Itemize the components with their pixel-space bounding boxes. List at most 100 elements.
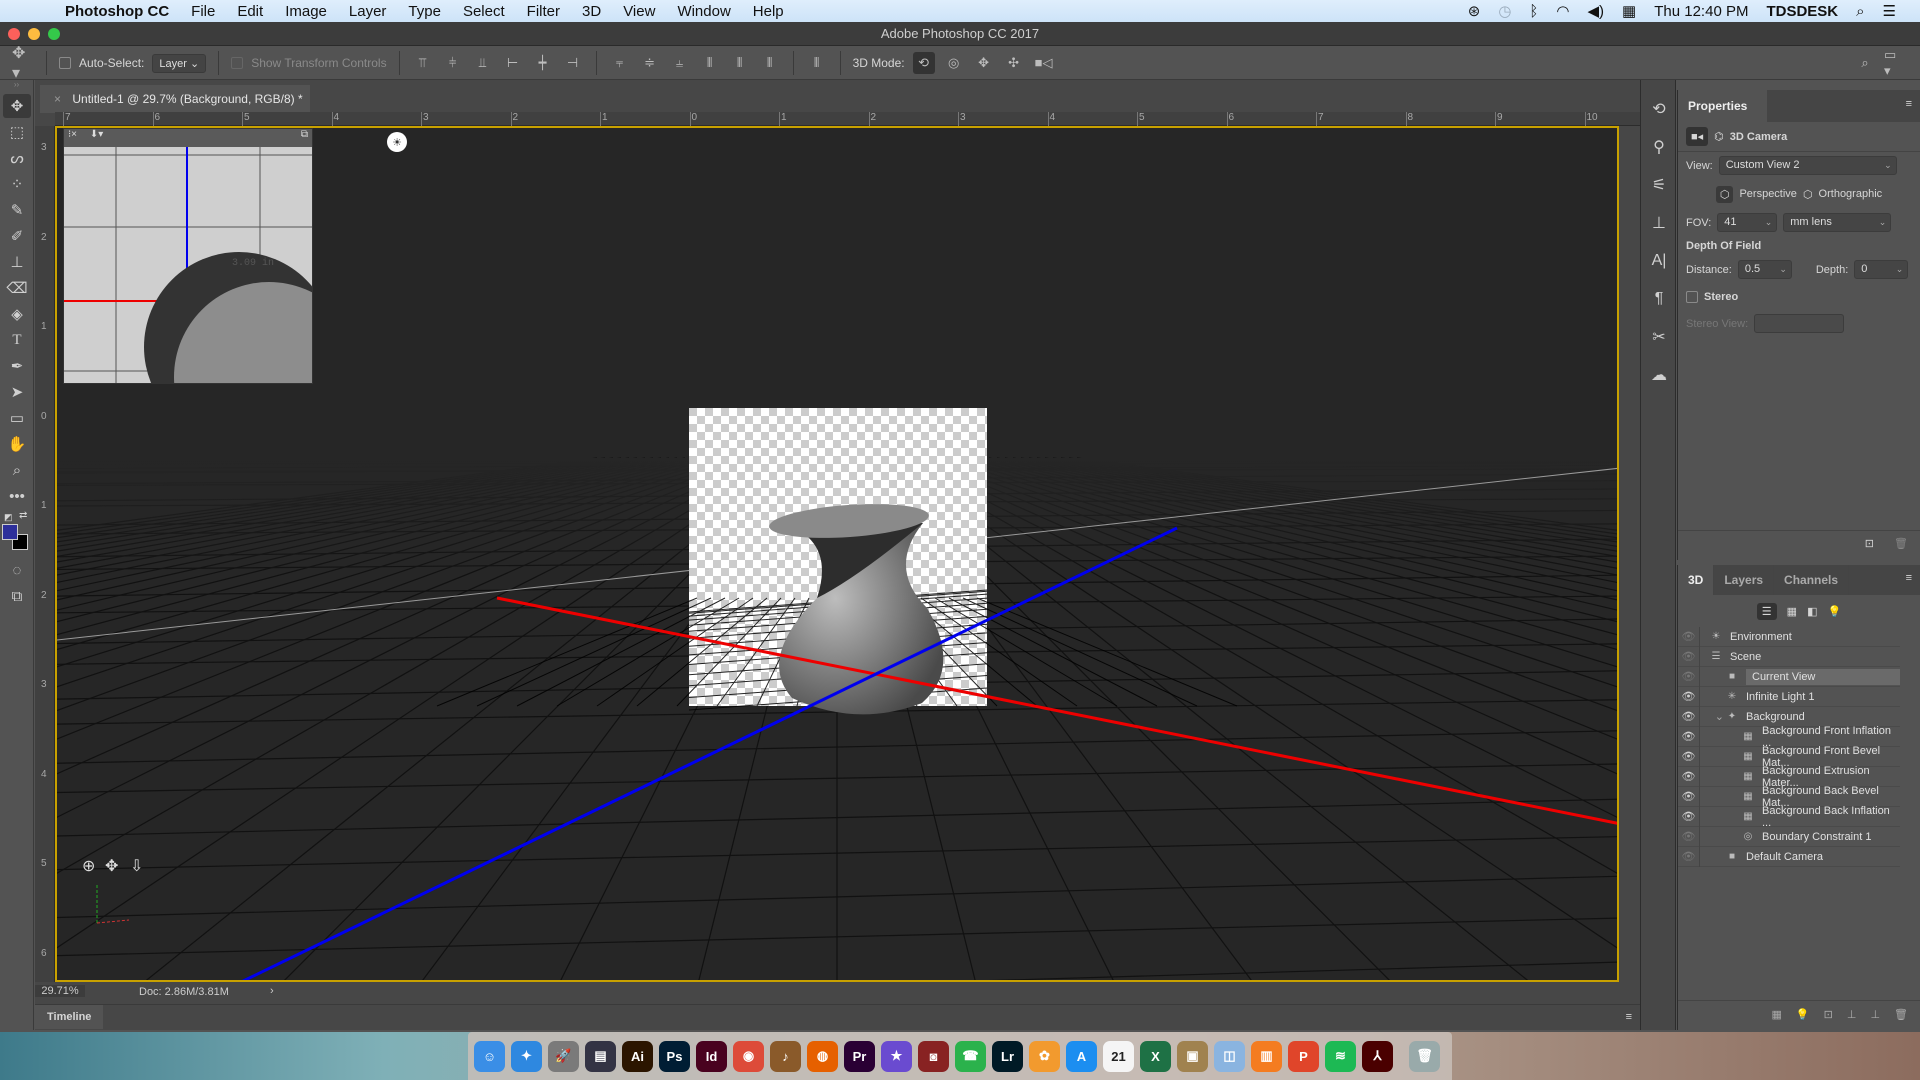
filter-lights-icon[interactable]: 💡 bbox=[1827, 605, 1841, 618]
hand-tool-icon[interactable]: ✋ bbox=[3, 432, 31, 456]
foreground-color-swatch[interactable] bbox=[2, 524, 18, 540]
type-tool-icon[interactable]: T bbox=[3, 328, 31, 352]
timeline-menu-icon[interactable]: ≡ bbox=[1626, 1011, 1632, 1023]
filter-whole-scene-icon[interactable]: ☰ bbox=[1756, 602, 1777, 620]
menu-3d[interactable]: 3D bbox=[571, 3, 612, 20]
pen-tool-icon[interactable]: ✒ bbox=[3, 354, 31, 378]
visibility-eye-icon[interactable]: 👁 bbox=[1678, 646, 1700, 667]
close-secondary-view-icon[interactable]: ⁝× bbox=[68, 129, 77, 140]
dock-safari-icon[interactable]: ✦ bbox=[511, 1040, 542, 1072]
dock-calendar-icon[interactable]: 21 bbox=[1103, 1040, 1134, 1072]
filter-meshes-icon[interactable]: ▦ bbox=[1787, 605, 1797, 618]
3d-axis-widget[interactable]: ⊕ ✥ ⇩ bbox=[82, 858, 143, 924]
remove-constraint-icon[interactable]: ⊥ bbox=[1870, 1008, 1880, 1023]
dock-illustrator-icon[interactable]: Ai bbox=[622, 1040, 653, 1072]
quick-mask-icon[interactable]: ◌ bbox=[3, 558, 31, 582]
distribute-bottom-icon[interactable]: ⫨ bbox=[669, 52, 691, 74]
select-view-icon[interactable]: ⬇▾ bbox=[90, 129, 103, 140]
render-icon[interactable]: ⊡ bbox=[1824, 1008, 1833, 1023]
visibility-eye-icon[interactable]: 👁 bbox=[1678, 626, 1700, 647]
menu-filter[interactable]: Filter bbox=[516, 3, 571, 20]
dock-launchpad-icon[interactable]: 🚀 bbox=[548, 1040, 579, 1072]
menu-view[interactable]: View bbox=[612, 3, 666, 20]
clone-source-panel-icon[interactable]: ⊥ bbox=[1641, 204, 1677, 242]
dock-pages-icon[interactable]: P bbox=[1288, 1040, 1319, 1072]
fov-input[interactable]: 41 ⌄ bbox=[1717, 213, 1778, 232]
delete-icon[interactable]: 🗑 bbox=[1894, 537, 1908, 550]
timeline-tab[interactable]: Timeline bbox=[35, 1005, 104, 1029]
add-mesh-icon[interactable]: ▦ bbox=[1772, 1008, 1782, 1023]
distribute-left-icon[interactable]: ⦀ bbox=[699, 52, 721, 74]
menu-select[interactable]: Select bbox=[452, 3, 516, 20]
visibility-eye-icon[interactable]: 👁 bbox=[1678, 726, 1700, 747]
user-name[interactable]: TDSDESK bbox=[1766, 3, 1838, 20]
camera-icon[interactable]: ■◂ bbox=[1686, 127, 1709, 146]
wifi-icon[interactable]: ◠ bbox=[1556, 2, 1569, 20]
dock-photo-booth-icon[interactable]: ◙ bbox=[918, 1040, 949, 1072]
align-top-edges-icon[interactable]: ⫪ bbox=[412, 52, 434, 74]
properties-menu-icon[interactable]: ≡ bbox=[1906, 98, 1912, 110]
dock-indesign-icon[interactable]: Id bbox=[696, 1040, 727, 1072]
dock-garageband-icon[interactable]: ♪ bbox=[770, 1040, 801, 1072]
paint-bucket-tool-icon[interactable]: ◈ bbox=[3, 302, 31, 326]
volume-icon[interactable]: ◀) bbox=[1588, 2, 1605, 20]
align-bottom-edges-icon[interactable]: ⫫ bbox=[472, 52, 494, 74]
render-3d-icon[interactable]: ⊡ bbox=[1865, 537, 1874, 550]
drop-to-plane-icon[interactable]: ⊥ bbox=[1847, 1008, 1857, 1023]
distribute-right-icon[interactable]: ⦀ bbox=[759, 52, 781, 74]
align-right-edges-icon[interactable]: ⊣ bbox=[562, 52, 584, 74]
menu-image[interactable]: Image bbox=[274, 3, 338, 20]
distance-input[interactable]: 0.5 ⌄ bbox=[1737, 260, 1792, 279]
vertical-ruler[interactable]: 3 2 1 0 1 2 3 4 5 6 bbox=[35, 126, 55, 982]
scene-item[interactable]: 👁 ■ Current View bbox=[1678, 666, 1900, 687]
visibility-eye-icon[interactable]: 👁 bbox=[1678, 846, 1700, 867]
dock-chrome-icon[interactable]: ◉ bbox=[733, 1040, 764, 1072]
tab-channels[interactable]: Channels bbox=[1774, 565, 1850, 595]
align-vertical-centers-icon[interactable]: ⫩ bbox=[442, 52, 464, 74]
search-icon[interactable]: ⌕ bbox=[1854, 52, 1876, 74]
stereo-checkbox[interactable] bbox=[1686, 290, 1698, 303]
menu-help[interactable]: Help bbox=[742, 3, 795, 20]
bluetooth-icon[interactable]: ᛒ bbox=[1529, 3, 1538, 20]
lasso-tool-icon[interactable]: ᔕ bbox=[3, 146, 31, 170]
menu-file[interactable]: File bbox=[180, 3, 226, 20]
secondary-view-panel[interactable]: ⁝× ⬇▾ ⧉ 3.09 in bbox=[63, 128, 313, 384]
visibility-eye-icon[interactable]: 👁 bbox=[1678, 766, 1700, 787]
orthographic-option[interactable]: Orthographic bbox=[1819, 188, 1883, 200]
dock-notefile-icon[interactable]: ▣ bbox=[1177, 1040, 1208, 1072]
3d-panel-menu-icon[interactable]: ≡ bbox=[1906, 572, 1912, 584]
brush-settings-panel-icon[interactable]: ⚟ bbox=[1641, 166, 1677, 204]
character-panel-icon[interactable]: A| bbox=[1641, 242, 1677, 280]
depth-input[interactable]: 0 ⌄ bbox=[1854, 260, 1909, 279]
show-transform-controls-checkbox[interactable] bbox=[231, 57, 244, 69]
keyboard-icon[interactable]: ▦ bbox=[1622, 2, 1636, 20]
close-window-button[interactable] bbox=[8, 28, 20, 40]
scene-item[interactable]: 👁 ✳ Infinite Light 1 bbox=[1678, 686, 1900, 707]
eyedropper-tool-icon[interactable]: ✎ bbox=[3, 198, 31, 222]
scene-item[interactable]: 👁 ☰ Scene bbox=[1678, 646, 1900, 667]
rectangle-tool-icon[interactable]: ▭ bbox=[3, 406, 31, 430]
menu-app-name[interactable]: Photoshop CC bbox=[54, 3, 180, 20]
scene-item[interactable]: 👁 ◎ Boundary Constraint 1 bbox=[1678, 826, 1900, 847]
visibility-eye-icon[interactable]: 👁 bbox=[1678, 806, 1700, 827]
tab-3d[interactable]: 3D bbox=[1678, 565, 1715, 595]
visibility-eye-icon[interactable]: 👁 bbox=[1678, 746, 1700, 767]
eraser-tool-icon[interactable]: ⌫ bbox=[3, 276, 31, 300]
zoom-3d-camera-icon[interactable]: ■◁ bbox=[1033, 52, 1055, 74]
zoom-level-field[interactable]: 29.71% bbox=[35, 985, 85, 997]
add-light-icon[interactable]: 💡 bbox=[1796, 1008, 1810, 1023]
visibility-eye-icon[interactable]: 👁 bbox=[1678, 706, 1700, 727]
tool-presets-panel-icon[interactable]: ✂ bbox=[1641, 318, 1677, 356]
distribute-top-icon[interactable]: ⫧ bbox=[609, 52, 631, 74]
scene-item[interactable]: 👁 ▦ Background Back Inflation ... bbox=[1678, 805, 1900, 829]
swap-colors-icon[interactable]: ⇄ bbox=[19, 510, 27, 521]
pan-3d-camera-icon[interactable]: ✥ bbox=[973, 52, 995, 74]
dock-finder-icon[interactable]: ☺ bbox=[474, 1040, 505, 1072]
visibility-eye-icon[interactable]: 👁 bbox=[1678, 826, 1700, 847]
brush-tool-icon[interactable]: ✐ bbox=[3, 224, 31, 248]
notification-center-icon[interactable]: ☰ bbox=[1883, 2, 1896, 20]
dock-preview-icon[interactable]: ◫ bbox=[1214, 1040, 1245, 1072]
rectangular-marquee-tool-icon[interactable]: ⬚ bbox=[3, 120, 31, 144]
slide-3d-camera-icon[interactable]: ✣ bbox=[1003, 52, 1025, 74]
close-document-icon[interactable]: × bbox=[54, 92, 61, 106]
